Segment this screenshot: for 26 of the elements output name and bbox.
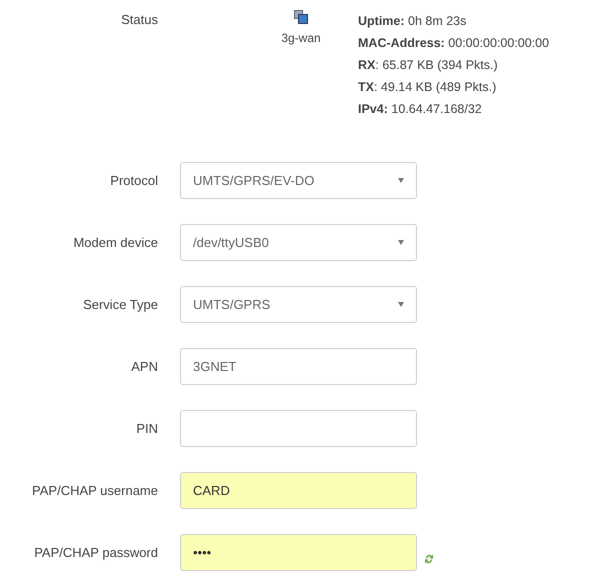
interface-name: 3g-wan xyxy=(281,30,321,47)
field-label: Service Type xyxy=(82,296,158,314)
field-label: PIN xyxy=(135,420,158,438)
dropdown[interactable]: /dev/ttyUSB0 xyxy=(180,224,417,261)
caret-icon xyxy=(398,302,404,307)
field-label: PAP/CHAP password xyxy=(33,544,158,562)
status-label: Status xyxy=(120,11,158,29)
field-label: APN xyxy=(130,358,158,376)
input-field[interactable] xyxy=(180,410,417,447)
network-icon xyxy=(294,10,308,24)
dropdown[interactable]: UMTS/GPRS xyxy=(180,286,417,323)
input-field[interactable]: CARD xyxy=(180,472,417,509)
input-field[interactable]: 3GNET xyxy=(180,348,417,385)
status-line: MAC-Address: 00:00:00:00:00:00 xyxy=(358,35,550,52)
status-line: TX: 49.14 KB (489 Pkts.) xyxy=(358,79,498,96)
field-label: PAP/CHAP username xyxy=(31,482,158,500)
refresh-icon[interactable] xyxy=(424,552,434,566)
status-line: IPv4: 10.64.47.168/32 xyxy=(358,101,483,118)
caret-icon xyxy=(398,178,404,183)
field-label: Modem device xyxy=(72,234,158,252)
password-field[interactable]: •••• xyxy=(180,534,417,571)
status-line: RX: 65.87 KB (394 Pkts.) xyxy=(358,57,499,74)
caret-icon xyxy=(398,240,404,245)
field-label: Protocol xyxy=(109,172,158,190)
status-line: Uptime: 0h 8m 23s xyxy=(358,13,468,30)
dropdown[interactable]: UMTS/GPRS/EV-DO xyxy=(180,162,417,199)
